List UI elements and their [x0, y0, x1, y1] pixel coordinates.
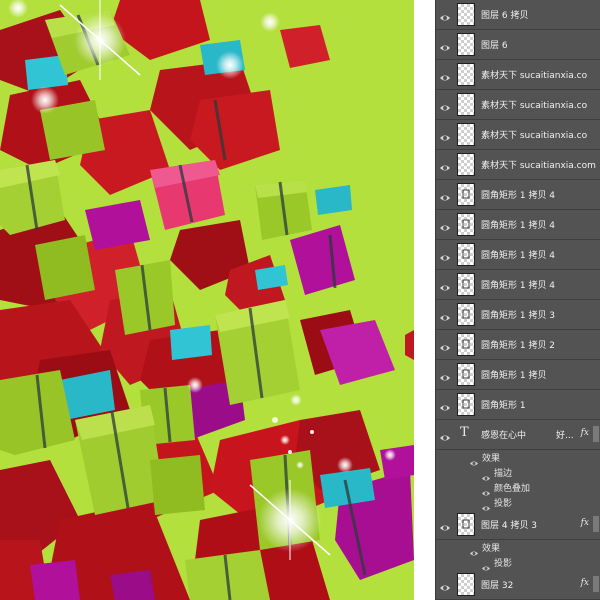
collapse-arrow-icon[interactable] [593, 516, 599, 532]
layer-name: 圆角矩形 1 拷贝 [481, 371, 547, 381]
layer-name: 素材天下 sucaitianxia.com [481, 161, 596, 171]
layer-name: 圆角矩形 1 [481, 401, 526, 411]
layer-name: 素材天下 sucaitianxia.co [481, 131, 588, 141]
layer-row-rr-copy[interactable]: 圆角矩形 1 拷贝 [436, 360, 600, 390]
effect-item[interactable]: 描边 [436, 465, 600, 481]
layer-row-rr-copy-2[interactable]: 圆角矩形 1 拷贝 2 [436, 330, 600, 360]
layer-thumbnail [457, 573, 475, 596]
layer-row-rr-copy-4d[interactable]: 圆角矩形 1 拷贝 4 [436, 270, 600, 300]
document-canvas[interactable] [0, 0, 414, 600]
effects-header[interactable]: 效果 [436, 450, 600, 466]
layer-name: 图层 4 拷贝 3 [481, 521, 538, 531]
collapse-arrow-icon[interactable] [593, 426, 599, 442]
eye-icon[interactable] [439, 159, 451, 171]
eye-icon[interactable] [481, 483, 491, 496]
eye-icon[interactable] [439, 309, 451, 321]
effect-label: 投影 [494, 559, 513, 569]
layer-name: 圆角矩形 1 拷贝 2 [481, 341, 556, 351]
layer-row-text[interactable]: T 感恩在心中 好... fx [436, 420, 600, 450]
eye-icon[interactable] [439, 39, 451, 51]
layer-row-sucai-3[interactable]: 素材天下 sucaitianxia.co [436, 120, 600, 150]
layer-thumbnail [457, 273, 475, 296]
layer-thumbnail [457, 393, 475, 416]
fx-icon[interactable]: fx [581, 428, 589, 438]
layer-thumbnail [457, 333, 475, 356]
layer-thumbnail [457, 243, 475, 266]
effect-item[interactable]: 投影 [436, 555, 600, 571]
layer-name: 圆角矩形 1 拷贝 3 [481, 311, 556, 321]
eye-icon[interactable] [439, 429, 451, 441]
eye-icon[interactable] [469, 453, 479, 466]
fx-icon[interactable]: fx [581, 518, 589, 528]
eye-icon[interactable] [439, 279, 451, 291]
layer-name: 素材天下 sucaitianxia.co [481, 101, 588, 111]
eye-icon[interactable] [469, 543, 479, 556]
layer-thumbnail [457, 303, 475, 326]
layer-name: 感恩在心中 [481, 431, 527, 441]
layer-thumbnail [457, 33, 475, 56]
effect-label: 效果 [482, 544, 501, 554]
layer-row-sucai-1[interactable]: 素材天下 sucaitianxia.co [436, 60, 600, 90]
layer-row-layer-6[interactable]: 图层 6 [436, 30, 600, 60]
layer-row-sucai-2[interactable]: 素材天下 sucaitianxia.co [436, 90, 600, 120]
layer-thumbnail [457, 183, 475, 206]
eye-icon[interactable] [481, 498, 491, 511]
eye-icon[interactable] [439, 339, 451, 351]
layer-name: 圆角矩形 1 拷贝 4 [481, 221, 556, 231]
layer-row-layer-6-copy[interactable]: 图层 6 拷贝 [436, 0, 600, 30]
eye-icon[interactable] [439, 579, 451, 591]
layer-row-rr-copy-4a[interactable]: 圆角矩形 1 拷贝 4 [436, 180, 600, 210]
eye-icon[interactable] [481, 468, 491, 481]
layer-name: 图层 6 [481, 41, 508, 51]
eye-icon[interactable] [439, 519, 451, 531]
effect-item[interactable]: 投影 [436, 495, 600, 511]
layer-row-layer-4-copy-3[interactable]: 图层 4 拷贝 3 fx [436, 510, 600, 540]
layer-thumbnail [457, 363, 475, 386]
layer-thumbnail [457, 123, 475, 146]
layer-row-rr-copy-4c[interactable]: 圆角矩形 1 拷贝 4 [436, 240, 600, 270]
layer-4-copy-3-effects: 效果投影 [436, 540, 600, 571]
layer-row-rr-copy-4b[interactable]: 圆角矩形 1 拷贝 4 [436, 210, 600, 240]
eye-icon[interactable] [439, 99, 451, 111]
eye-icon[interactable] [439, 189, 451, 201]
eye-icon[interactable] [481, 558, 491, 571]
layer-name: 图层 32 [481, 581, 514, 591]
layer-thumbnail [457, 3, 475, 26]
layer-name-extra: 好... [556, 431, 574, 441]
eye-icon[interactable] [439, 69, 451, 81]
layer-name: 图层 6 拷贝 [481, 11, 529, 21]
effect-label: 效果 [482, 454, 501, 464]
layers-panel[interactable]: 图层 6 拷贝 图层 6 素材天下 sucaitianxia.co 素材天下 suca… [435, 0, 600, 600]
layer-row-rr-copy-3[interactable]: 圆角矩形 1 拷贝 3 [436, 300, 600, 330]
gift-boxes-artwork [0, 0, 414, 600]
fx-icon[interactable]: fx [581, 578, 589, 588]
eye-icon[interactable] [439, 129, 451, 141]
effect-label: 投影 [494, 499, 513, 509]
text-layer-effects: 效果描边颜色叠加投影 [436, 450, 600, 511]
layer-name: 素材天下 sucaitianxia.co [481, 71, 588, 81]
collapse-arrow-icon[interactable] [593, 576, 599, 592]
effects-header[interactable]: 效果 [436, 540, 600, 556]
layer-row-layer-32[interactable]: 图层 32 fx [436, 570, 600, 600]
eye-icon[interactable] [439, 369, 451, 381]
eye-icon[interactable] [439, 219, 451, 231]
layer-thumbnail [457, 93, 475, 116]
eye-icon[interactable] [439, 9, 451, 21]
layer-thumbnail [457, 213, 475, 236]
layer-thumbnail [457, 513, 475, 536]
layer-row-rr-1[interactable]: 圆角矩形 1 [436, 390, 600, 420]
layer-thumbnail [457, 63, 475, 86]
effect-label: 描边 [494, 469, 513, 479]
layer-name: 圆角矩形 1 拷贝 4 [481, 281, 556, 291]
eye-icon[interactable] [439, 249, 451, 261]
eye-icon[interactable] [439, 399, 451, 411]
layer-name: 圆角矩形 1 拷贝 4 [481, 251, 556, 261]
effect-item[interactable]: 颜色叠加 [436, 480, 600, 496]
layer-name: 圆角矩形 1 拷贝 4 [481, 191, 556, 201]
layer-row-sucai-4[interactable]: 素材天下 sucaitianxia.com [436, 150, 600, 180]
effect-label: 颜色叠加 [494, 484, 531, 494]
text-layer-icon: T [460, 425, 469, 440]
layer-thumbnail [457, 153, 475, 176]
